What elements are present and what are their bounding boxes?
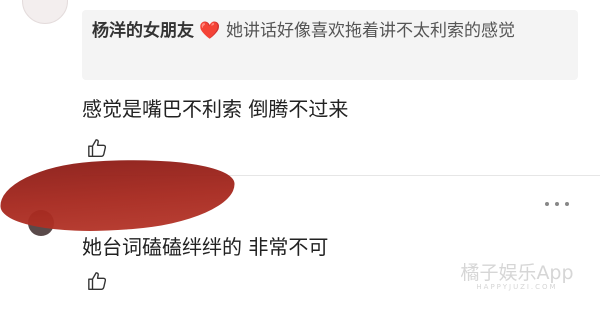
quoted-author[interactable]: 杨洋的女朋友 bbox=[92, 21, 194, 41]
quoted-comment[interactable]: 杨洋的女朋友 ❤️ 她讲话好像喜欢拖着讲不太利索的感觉 bbox=[82, 10, 578, 80]
watermark-subtext: HAPPYJUZI.COM bbox=[476, 283, 558, 291]
comment-text: 她台词磕磕绊绊的 非常不可 bbox=[82, 235, 329, 259]
thumbs-up-icon[interactable] bbox=[87, 270, 109, 292]
redaction-scribble bbox=[0, 151, 238, 239]
watermark-text: 橘子娱乐App bbox=[460, 262, 574, 284]
avatar[interactable] bbox=[22, 0, 68, 24]
thumbs-up-icon[interactable] bbox=[87, 137, 109, 159]
heart-icon: ❤️ bbox=[199, 21, 221, 41]
more-dots-icon[interactable] bbox=[545, 200, 569, 208]
quoted-text: 她讲话好像喜欢拖着讲不太利索的感觉 bbox=[225, 21, 515, 41]
watermark: 橘子娱乐App HAPPYJUZI.COM bbox=[447, 258, 587, 298]
reply-text: 感觉是嘴巴不利索 倒腾不过来 bbox=[82, 97, 349, 121]
